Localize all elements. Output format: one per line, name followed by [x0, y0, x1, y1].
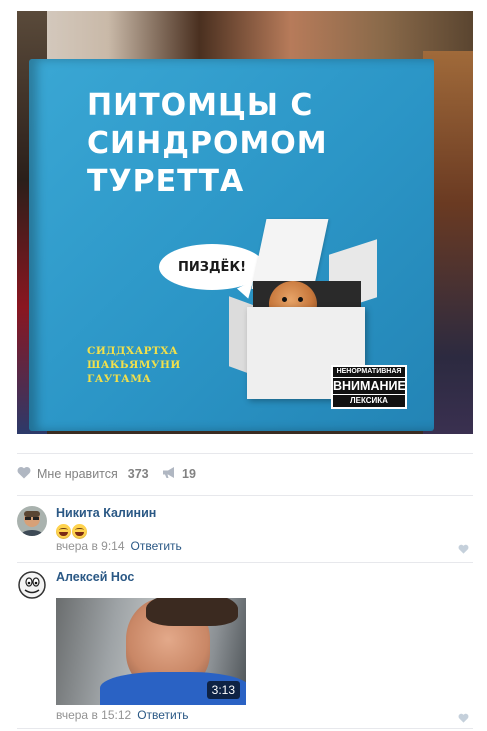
joy-emoji: [56, 524, 71, 540]
share-button[interactable]: 19: [162, 466, 196, 482]
divider: [17, 728, 473, 729]
like-count: 373: [127, 467, 149, 481]
reply-button[interactable]: Ответить: [131, 539, 182, 553]
comment-text: [56, 523, 88, 540]
comment-time[interactable]: вчера в 15:12: [56, 708, 131, 722]
like-button[interactable]: Мне нравится 373: [17, 466, 149, 482]
comment-author[interactable]: Алексей Нос: [56, 570, 134, 584]
warning-line: НЕНОРМАТИВНАЯ: [333, 367, 405, 378]
comment: Никита Калинин вчера в 9:14 Ответить: [17, 506, 473, 556]
divider: [17, 562, 473, 563]
heart-icon[interactable]: [458, 541, 469, 559]
joy-emoji: [72, 524, 87, 540]
megaphone-icon: [162, 466, 177, 482]
like-label: Мне нравится: [37, 467, 118, 481]
comment-author[interactable]: Никита Калинин: [56, 506, 156, 520]
avatar[interactable]: [17, 506, 47, 536]
divider: [17, 495, 473, 496]
book-author: СИДДХАРТХА ШАКЬЯМУНИ ГАУТАМА: [87, 345, 181, 385]
warning-line: ВНИМАНИЕ: [333, 379, 406, 393]
share-count: 19: [182, 467, 196, 481]
hamster-eye: [282, 297, 287, 302]
heart-icon: [17, 466, 31, 482]
post-photo[interactable]: ПИТОМЦЫ С СИНДРОМОМ ТУРЕТТА ПИЗДЁК! СИДД…: [17, 11, 473, 434]
hamster-eye: [298, 297, 303, 302]
avatar[interactable]: [17, 570, 47, 600]
parental-advisory-label: НЕНОРМАТИВНАЯ ВНИМАНИЕ ЛЕКСИКА: [331, 365, 407, 409]
reply-button[interactable]: Ответить: [137, 708, 188, 722]
comment-time[interactable]: вчера в 9:14: [56, 539, 125, 553]
video-duration: 3:13: [206, 681, 240, 699]
comment-meta: вчера в 15:12 Ответить: [56, 708, 188, 722]
book-cover: ПИТОМЦЫ С СИНДРОМОМ ТУРЕТТА ПИЗДЁК! СИДД…: [29, 59, 434, 431]
video-frame-person: [146, 598, 238, 626]
video-attachment[interactable]: 3:13: [56, 598, 246, 705]
box-illustration: [251, 219, 329, 289]
comment-meta: вчера в 9:14 Ответить: [56, 539, 182, 553]
book-title: ПИТОМЦЫ С СИНДРОМОМ ТУРЕТТА: [87, 88, 328, 199]
warning-line: ЛЕКСИКА: [333, 394, 405, 407]
heart-icon[interactable]: [458, 710, 469, 728]
divider: [17, 453, 473, 454]
comment: Алексей Нос 3:13 вчера в 15:12 Ответить: [17, 570, 473, 724]
